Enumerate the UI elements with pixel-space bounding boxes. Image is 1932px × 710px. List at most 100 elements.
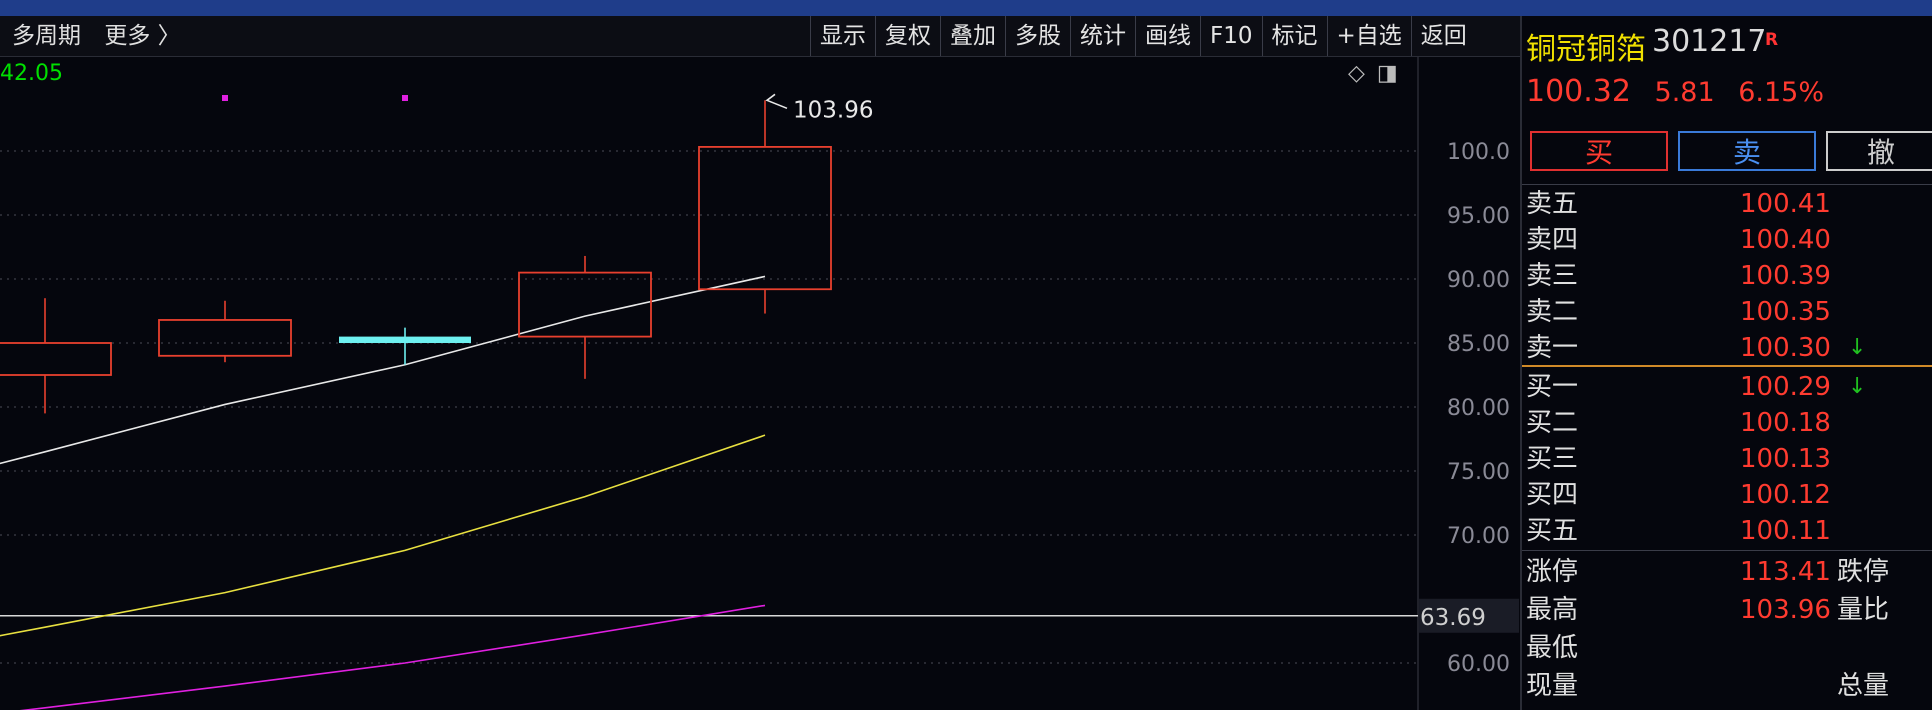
price-change: 5.81 — [1654, 77, 1715, 108]
candle-body — [0, 342, 112, 376]
ask-row[interactable]: 卖五 100.41 — [1526, 186, 1926, 222]
sell-button[interactable]: 卖 — [1678, 131, 1816, 171]
stat-label: 最低 — [1526, 633, 1579, 663]
stat-label: 涨停 — [1526, 557, 1579, 587]
f10-button[interactable]: F10 — [1200, 16, 1262, 56]
order-book-midline — [1522, 365, 1932, 367]
high-price-label: 103.96 — [793, 97, 873, 123]
ohlc-value-label: 42.05 — [0, 61, 63, 86]
bid-row[interactable]: 买三 100.13 — [1526, 441, 1926, 477]
stats-button[interactable]: 统计 — [1070, 16, 1135, 56]
kline-chart-svg[interactable]: 100.0 95.00 90.00 85.00 80.00 75.00 70.00 60.00… — [0, 57, 1520, 710]
bid-label: 买五 — [1526, 516, 1579, 546]
bid-row[interactable]: 买五 100.11 — [1526, 513, 1926, 549]
bid-row[interactable]: 买一 100.29 ↓ — [1526, 369, 1926, 405]
stock-code: 301217 — [1652, 24, 1767, 59]
mark-button[interactable]: 标记 — [1261, 16, 1327, 56]
back-button[interactable]: 返回 — [1410, 16, 1476, 56]
y-tick-label: 90.00 — [1447, 268, 1510, 293]
last-price: 100.32 — [1526, 74, 1631, 109]
y-tick-label: 60.00 — [1447, 652, 1510, 677]
toolbar-buttons: 显示 复权 叠加 多股 统计 画线 F10 标记 +自选 返回 — [810, 16, 1476, 56]
bid-row[interactable]: 买二 100.18 — [1526, 405, 1926, 441]
stat-row: 现量 总量 — [1526, 667, 1926, 705]
cancel-button[interactable]: 撤 — [1826, 131, 1932, 171]
add-watchlist-button[interactable]: +自选 — [1326, 16, 1411, 56]
diamond-icon[interactable]: ◇ — [1348, 61, 1365, 86]
stock-badge: R — [1765, 30, 1779, 50]
ask-price: 100.40 — [1740, 225, 1831, 255]
kline-chart[interactable]: 100.0 95.00 90.00 85.00 80.00 75.00 70.00 60.00… — [0, 57, 1520, 710]
ask-row[interactable]: 卖一 100.30 ↓ — [1526, 330, 1926, 366]
ask-row[interactable]: 卖四 100.40 — [1526, 222, 1926, 258]
stat-label: 最高 — [1526, 595, 1579, 625]
show-button[interactable]: 显示 — [810, 16, 875, 56]
y-tick-label: 70.00 — [1447, 524, 1510, 549]
buy-button[interactable]: 买 — [1530, 131, 1668, 171]
stat-row: 涨停 113.41 跌停 — [1526, 553, 1926, 591]
stat-label2: 总量 — [1837, 671, 1890, 701]
candle-body — [518, 271, 652, 338]
reference-line-label: 63.69 — [1420, 605, 1486, 631]
ask-row[interactable]: 卖三 100.39 — [1526, 258, 1926, 294]
stat-label2: 跌停 — [1837, 557, 1890, 587]
candle-body — [158, 319, 292, 357]
y-tick-label: 95.00 — [1447, 204, 1510, 229]
ask-row[interactable]: 卖二 100.35 — [1526, 294, 1926, 330]
ask-label: 卖四 — [1526, 225, 1579, 255]
bid-price: 100.18 — [1740, 408, 1831, 438]
ask-label: 卖五 — [1526, 189, 1579, 219]
multi-stock-button[interactable]: 多股 — [1005, 16, 1070, 56]
price-line: 100.32 5.81 6.15% — [1526, 74, 1824, 109]
separator — [1522, 550, 1932, 551]
bid-label: 买三 — [1526, 444, 1579, 474]
more-button[interactable]: 更多 〉 — [104, 23, 180, 49]
panel-toggle-icon[interactable]: ◨ — [1377, 61, 1398, 86]
separator — [1522, 184, 1932, 185]
quote-panel: 铜冠铜箔 301217 R 100.32 5.81 6.15% 买 卖 撤 卖五… — [1522, 16, 1932, 710]
stat-label2: 量比 — [1837, 595, 1890, 625]
ask-price: 100.39 — [1740, 261, 1831, 291]
ask-label: 卖二 — [1526, 297, 1579, 327]
y-tick-label: 85.00 — [1447, 332, 1510, 357]
adjust-button[interactable]: 复权 — [875, 16, 940, 56]
chart-toolbar: 多周期 更多 〉 显示 复权 叠加 多股 统计 画线 F10 标记 +自选 返回 — [0, 16, 1520, 57]
bid-price: 100.29 — [1740, 372, 1831, 402]
stat-value: 103.96 — [1740, 595, 1831, 625]
bid-price: 100.12 — [1740, 480, 1831, 510]
y-tick-label: 75.00 — [1447, 460, 1510, 485]
title-bar — [0, 0, 1932, 16]
ask-label: 卖三 — [1526, 261, 1579, 291]
candle-body — [698, 146, 832, 291]
ma-magenta-line — [19, 604, 766, 710]
high-arrow-icon — [765, 93, 788, 110]
ask-label: 卖一 — [1526, 333, 1579, 363]
y-tick-label: 80.00 — [1447, 396, 1510, 421]
bid-price: 100.13 — [1740, 444, 1831, 474]
signal-marker — [402, 95, 408, 101]
draw-button[interactable]: 画线 — [1135, 16, 1200, 56]
overlay-button[interactable]: 叠加 — [940, 16, 1005, 56]
ask-price: 100.35 — [1740, 297, 1831, 327]
y-tick-label: 100.0 — [1447, 140, 1510, 165]
chart-icons: ◇ ◨ — [1348, 61, 1398, 86]
down-arrow-icon: ↓ — [1848, 374, 1867, 399]
stat-row: 最低 — [1526, 629, 1926, 667]
bid-label: 买一 — [1526, 372, 1579, 402]
signal-marker — [222, 95, 228, 101]
bid-label: 买四 — [1526, 480, 1579, 510]
bid-row[interactable]: 买四 100.12 — [1526, 477, 1926, 513]
stock-name: 铜冠铜箔 — [1526, 32, 1646, 67]
stat-row: 最高 103.96 量比 — [1526, 591, 1926, 629]
ask-price: 100.41 — [1740, 189, 1831, 219]
stat-value: 113.41 — [1740, 557, 1831, 587]
bid-price: 100.11 — [1740, 516, 1831, 546]
bid-label: 买二 — [1526, 408, 1579, 438]
ma-yellow-line — [0, 434, 766, 637]
toolbar-left: 多周期 更多 〉 — [12, 16, 197, 56]
stat-label: 现量 — [1526, 671, 1579, 701]
trade-buttons: 买 卖 撤 — [1530, 131, 1932, 171]
price-change-pct: 6.15% — [1738, 77, 1824, 108]
multi-period-button[interactable]: 多周期 — [12, 23, 81, 49]
ask-price: 100.30 — [1740, 333, 1831, 363]
